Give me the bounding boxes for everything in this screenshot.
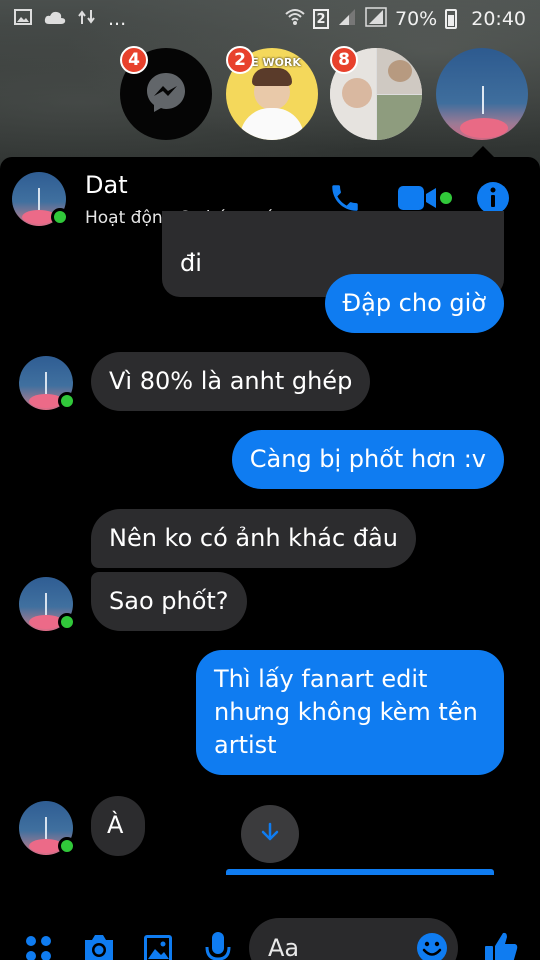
data-transfer-icon: [78, 8, 96, 30]
message-text: đi: [180, 249, 202, 277]
message-text: Thì lấy fanart edit nhưng không kèm tên …: [214, 665, 478, 759]
avatar: [19, 801, 76, 855]
signal-icon-2: [365, 6, 387, 32]
message-text: Càng bị phốt hơn :v: [249, 445, 486, 473]
gallery-icon[interactable]: [143, 934, 173, 960]
message-text: Vì 80% là anht ghép: [109, 367, 353, 395]
video-online-dot: [440, 192, 452, 204]
avatar: [19, 356, 76, 410]
battery-percent: 70%: [395, 8, 438, 30]
person-face: [342, 78, 372, 108]
unread-badge: 4: [120, 46, 148, 74]
next-message-edge: [226, 869, 494, 875]
message-bubble-outgoing[interactable]: Thì lấy fanart edit nhưng không kèm tên …: [196, 650, 504, 775]
scroll-to-bottom-button[interactable]: [241, 805, 299, 863]
message-text: Đập cho giờ: [342, 289, 486, 317]
message-bubble-outgoing[interactable]: Đập cho giờ: [324, 274, 504, 333]
contact-name: Dat: [85, 171, 128, 199]
microphone-icon[interactable]: [205, 931, 231, 960]
battery-icon: [445, 9, 458, 29]
composer-bar: [0, 887, 540, 960]
tower-silhouette: [482, 86, 484, 114]
message-bubble-incoming[interactable]: Vì 80% là anht ghép: [91, 352, 371, 411]
clock: 20:40: [471, 8, 526, 30]
avatar: [19, 577, 76, 631]
message-bubble-outgoing[interactable]: Càng bị phốt hơn :v: [231, 430, 504, 489]
signal-icon: [337, 8, 357, 31]
chathead-dat[interactable]: [436, 48, 528, 140]
sim-indicator: 2: [313, 9, 329, 29]
person-shirt: [240, 108, 304, 140]
avatar[interactable]: [12, 172, 69, 226]
message-bubble-incoming[interactable]: Sao phốt?: [91, 572, 247, 631]
message-bubble-incoming[interactable]: À: [91, 796, 145, 856]
message-bubble-incoming[interactable]: Nên ko có ảnh khác đâu: [91, 509, 416, 568]
sender-avatar[interactable]: [19, 577, 76, 631]
thumbs-up-icon[interactable]: [484, 931, 518, 960]
message-text: Nên ko có ảnh khác đâu: [109, 524, 398, 552]
unread-badge: 2: [226, 46, 254, 74]
chat-panel: Dat Hoạt động 6 phút trước đi Đập cho gi…: [0, 157, 540, 960]
arrow-down-icon: [259, 821, 281, 847]
pink-cloud: [460, 118, 508, 138]
emoji-icon[interactable]: [416, 932, 448, 960]
message-input-container[interactable]: [249, 918, 458, 960]
more-notifications: ...: [108, 8, 127, 30]
money-photo: [377, 95, 422, 140]
cat-face: [388, 60, 412, 82]
message-text: À: [107, 811, 124, 839]
wifi-icon: [285, 8, 305, 31]
sender-avatar[interactable]: [19, 356, 76, 410]
tower-silhouette: [45, 817, 47, 839]
sender-avatar[interactable]: [19, 801, 76, 855]
message-input[interactable]: [268, 934, 408, 960]
tower-silhouette: [38, 188, 40, 210]
message-text: Sao phốt?: [109, 587, 229, 615]
camera-icon[interactable]: [82, 933, 116, 960]
tower-silhouette: [45, 593, 47, 615]
person-hair: [252, 68, 292, 86]
status-bar: ... 2 70% 20:40: [0, 0, 540, 38]
online-indicator: [51, 208, 69, 226]
online-indicator: [58, 392, 76, 410]
tower-silhouette: [45, 372, 47, 394]
cloud-icon: [44, 8, 66, 30]
image-notification-icon: [14, 8, 32, 30]
apps-icon[interactable]: [24, 934, 54, 960]
online-indicator: [58, 613, 76, 631]
messenger-icon: [144, 70, 188, 118]
unread-badge: 8: [330, 46, 358, 74]
online-indicator: [58, 837, 76, 855]
message-list[interactable]: đi Đập cho giờ Vì 80% là anht ghép Càng …: [0, 211, 540, 875]
